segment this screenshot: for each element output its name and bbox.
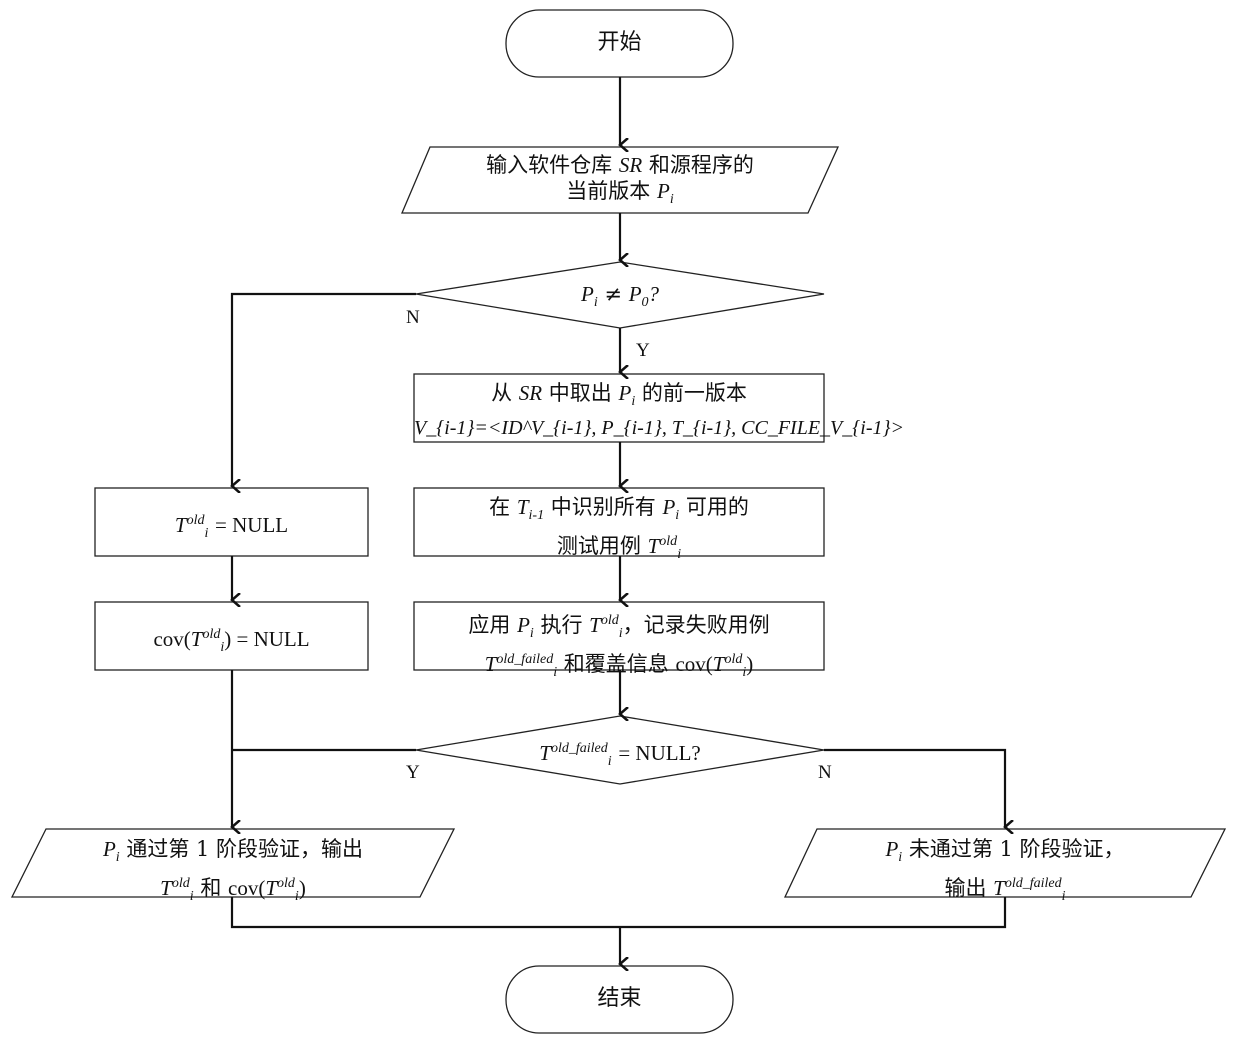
execute-t2: 执行 <box>540 613 583 637</box>
d2-no-label: N <box>818 762 832 783</box>
d2-sub: i <box>607 754 612 770</box>
fail-tf-sub: i <box>1061 889 1066 905</box>
identify-p: P <box>662 495 676 519</box>
execute-p: P <box>517 613 530 637</box>
edge-decision2-no <box>824 748 1005 827</box>
execute-told: T <box>589 613 601 637</box>
d2-null: = NULL? <box>618 741 701 765</box>
identify-t: T <box>516 495 529 519</box>
identify-t4: 测试用例 <box>556 534 641 559</box>
input-node: 输入软件仓库 SR 和源程序的 当前版本 Pi <box>402 152 838 213</box>
pass-told: T <box>160 876 172 901</box>
execute-tf: T <box>484 652 497 677</box>
execute-t1: 应用 <box>468 613 511 637</box>
fetch-version-tuple: V_{i-1}=<ID^V_{i-1}, P_{i-1}, T_{i-1}, C… <box>414 417 904 440</box>
fail-t2: 输出 <box>944 876 987 901</box>
execute-cov-t: T <box>712 652 725 677</box>
input-text-c: 当前版本 <box>566 179 651 203</box>
edge-decision1-set-null <box>232 292 416 486</box>
identify-p-sub: i <box>675 508 680 524</box>
pass-p: P <box>102 837 116 861</box>
fail-out-node: Pi 未通过第 1 阶段验证， 输出 Told_failedi <box>785 836 1225 910</box>
cov-null-cov: cov( <box>153 627 191 651</box>
d2-yes-label: Y <box>406 762 420 783</box>
fail-p: P <box>885 837 899 861</box>
pass-told-sub: i <box>189 889 194 905</box>
cov-null-sup: old <box>202 627 221 642</box>
execute-cov-sup: old <box>724 652 743 668</box>
identify-t-sub: i-1 <box>528 508 545 524</box>
identify-told-sup: old <box>659 534 678 550</box>
identify-told: T <box>647 534 660 559</box>
fail-t1: 未通过第 1 阶段验证， <box>908 837 1125 861</box>
cov-null-t: T <box>190 627 203 651</box>
pass-cov-close: ) <box>298 876 306 901</box>
pass-told-sup: old <box>171 876 190 892</box>
execute-t3: ，记录失败用例 <box>622 613 770 637</box>
fetch-t2: 中取出 <box>548 381 612 405</box>
execute-cov-close: ) <box>746 652 754 677</box>
d2-sup: old_failed <box>550 741 608 756</box>
set-null-t: T <box>174 513 187 537</box>
fetch-t1: 从 <box>491 381 513 405</box>
input-text-b: 和源程序的 <box>648 153 754 177</box>
fetch-t3: 的前一版本 <box>641 381 747 405</box>
identify-node: 在 Ti-1 中识别所有 Pi 可用的 测试用例 Toldi <box>414 494 824 568</box>
start-node: 开始 <box>506 30 733 56</box>
execute-tf-sub: i <box>553 665 558 681</box>
end-node: 结束 <box>506 986 733 1012</box>
cov-null-node: cov(Toldi) = NULL <box>95 622 368 661</box>
d1-p: P <box>580 282 594 306</box>
identify-t2: 中识别所有 <box>550 495 656 519</box>
pass-cov-sup: old <box>277 876 295 892</box>
pass-p-sub: i <box>115 850 120 866</box>
start-label: 开始 <box>597 30 642 55</box>
input-p-sub: i <box>669 192 674 208</box>
d1-p-sub: i <box>593 295 598 311</box>
set-null-node: Toldi = NULL <box>95 508 368 547</box>
pass-t1: 通过第 1 阶段验证，输出 <box>126 837 364 861</box>
fail-p-sub: i <box>898 850 903 866</box>
input-p: P <box>656 179 670 203</box>
set-null-sup: old <box>186 513 205 528</box>
d1-no-label: N <box>406 307 420 328</box>
execute-p-sub: i <box>529 626 534 642</box>
pass-cov: cov( <box>228 876 266 901</box>
fetch-p: P <box>618 381 632 405</box>
decision1-node: Pi ≠ P0? <box>416 281 824 316</box>
decision2-node: Told_failedi = NULL? <box>416 736 824 775</box>
d2-t: T <box>539 741 551 765</box>
identify-t1: 在 <box>489 495 511 519</box>
fetch-p-sub: i <box>631 394 636 410</box>
fetch-node: 从 SR 中取出 Pi 的前一版本 V_{i-1}=<ID^V_{i-1}, P… <box>414 380 904 441</box>
execute-tf-sup: old_failed <box>496 652 554 668</box>
pass-out-node: Pi 通过第 1 阶段验证，输出 Toldi 和 cov(Toldi) <box>12 836 454 910</box>
execute-cov: cov( <box>675 652 713 677</box>
set-null-value: = NULL <box>215 513 289 537</box>
fail-tf-sup: old_failed <box>1004 876 1062 892</box>
d1-p0-sub: 0 <box>641 295 649 311</box>
execute-told-sup: old <box>600 613 619 628</box>
cov-null-value: ) = NULL <box>224 627 310 651</box>
pass-and: 和 <box>200 876 222 901</box>
d1-q: ? <box>648 282 660 306</box>
d1-yes-label: Y <box>636 340 650 361</box>
d1-neq: ≠ <box>604 282 622 306</box>
fetch-sr: SR <box>518 381 543 405</box>
set-null-sub: i <box>204 526 209 542</box>
input-sr: SR <box>618 153 643 177</box>
input-text-a: 输入软件仓库 <box>486 153 613 177</box>
identify-told-sub: i <box>677 547 682 563</box>
fail-tf: T <box>993 876 1005 901</box>
end-label: 结束 <box>597 986 642 1011</box>
execute-t4: 和覆盖信息 <box>563 652 669 677</box>
d1-p0: P <box>628 282 642 306</box>
identify-t3: 可用的 <box>685 495 749 519</box>
pass-cov-t: T <box>265 876 278 901</box>
execute-node: 应用 Pi 执行 Toldi，记录失败用例 Told_failedi 和覆盖信息… <box>414 608 824 686</box>
